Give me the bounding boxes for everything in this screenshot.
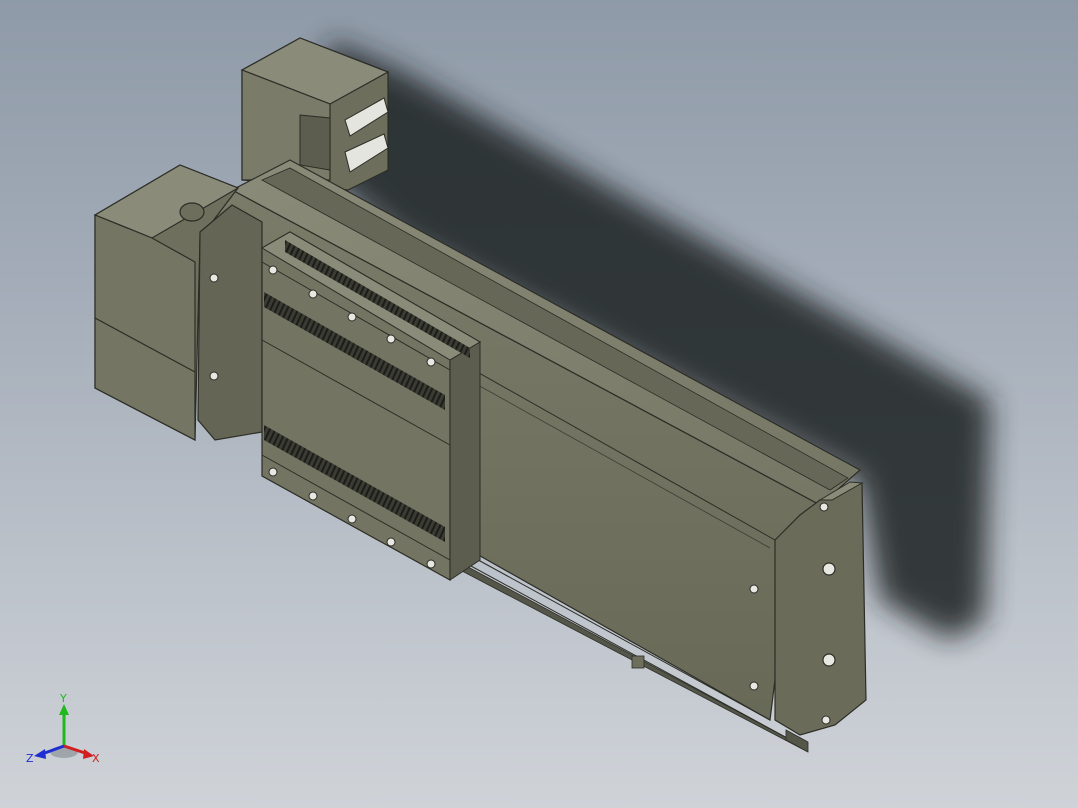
z-axis-arrow-icon	[34, 749, 46, 759]
3d-viewport[interactable]: Y X Z	[0, 0, 1078, 808]
linear-actuator-model[interactable]	[0, 0, 1078, 808]
coupling-flange[interactable]	[197, 204, 263, 441]
orientation-triad: Y X Z	[26, 692, 100, 765]
z-axis-label: Z	[26, 752, 34, 765]
y-axis-arrow-icon	[59, 704, 69, 715]
y-axis-label: Y	[59, 692, 67, 705]
x-axis-label: X	[92, 752, 100, 765]
